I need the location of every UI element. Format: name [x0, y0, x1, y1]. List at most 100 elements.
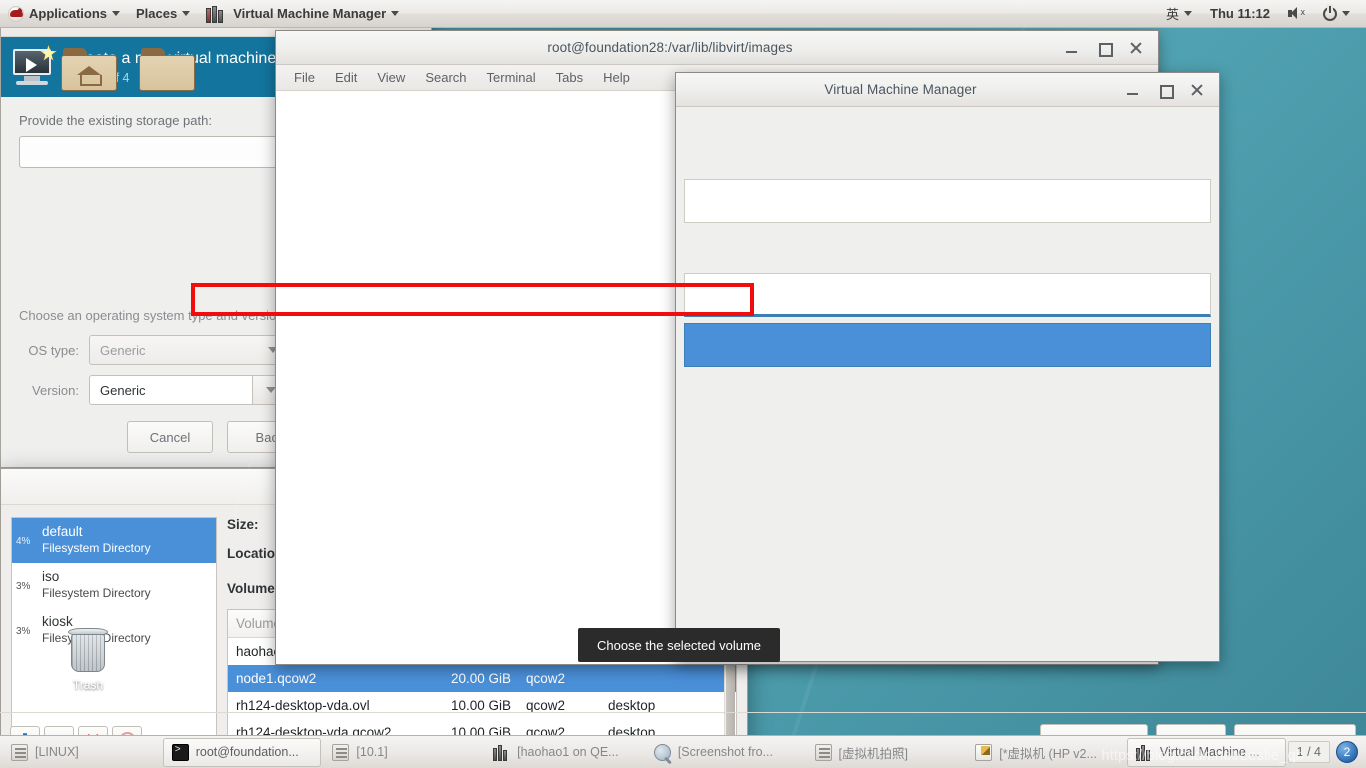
taskbar-item-label: [*虚拟机 (HP v2...: [999, 746, 1097, 761]
os-type-label: OS type:: [28, 342, 79, 358]
taskbar-item[interactable]: [虚拟机拍照]: [806, 738, 965, 767]
trash-icon: [67, 628, 109, 676]
desktop-icon-trash[interactable]: Trash: [49, 628, 127, 692]
os-version-select[interactable]: Generic: [89, 375, 289, 405]
clock[interactable]: Thu 11:12: [1202, 0, 1278, 27]
document-icon: [11, 743, 28, 761]
close-button[interactable]: [1189, 82, 1205, 98]
panel-status-area: 英 Thu 11:12 x: [1158, 0, 1366, 27]
pool-usage-percent: 3%: [16, 581, 31, 592]
storage-pool-item-iso[interactable]: 3% iso Filesystem Directory: [12, 563, 216, 608]
taskbar-item[interactable]: Virtual Machine ...: [1126, 737, 1286, 767]
folder-icon: [139, 48, 195, 92]
pool-type: Filesystem Directory: [42, 540, 151, 555]
chevron-down-icon: [391, 11, 400, 16]
active-window-menu[interactable]: Virtual Machine Manager: [198, 0, 407, 27]
volume-size: 20.00 GiB: [451, 671, 512, 686]
taskbar-item[interactable]: [Screenshot fro...: [645, 738, 804, 767]
taskbar-item[interactable]: [LINUX]: [2, 738, 161, 767]
input-method-indicator[interactable]: 英: [1158, 0, 1200, 27]
minimize-button[interactable]: [1125, 82, 1141, 98]
power-icon: [1323, 5, 1337, 21]
os-type-select[interactable]: Generic: [89, 335, 289, 365]
vmm-list-item[interactable]: [684, 179, 1211, 223]
applications-menu[interactable]: Applications: [0, 0, 128, 27]
taskbar: [LINUX] root@foundation... [10.1] [haohao1 …: [0, 735, 1366, 768]
terminal-titlebar[interactable]: root@foundation28:/var/lib/libvirt/image…: [276, 31, 1158, 65]
places-menu[interactable]: Places: [128, 0, 198, 27]
pool-usage-percent: 3%: [16, 626, 31, 637]
taskbar-item-label: root@foundation...: [195, 745, 299, 759]
menu-terminal[interactable]: Terminal: [477, 68, 546, 87]
chevron-down-icon: [112, 11, 121, 16]
menu-view[interactable]: View: [367, 68, 415, 87]
volume-indicator[interactable]: x: [1280, 0, 1313, 27]
document-icon: [814, 743, 832, 761]
volume-format: qcow2: [526, 671, 566, 686]
vmm-list-item[interactable]: [684, 323, 1211, 367]
volume-size: 10.00 GiB: [451, 698, 512, 713]
clock-label: Thu 11:12: [1210, 6, 1270, 21]
taskbar-item[interactable]: [haohao1 on QE...: [484, 738, 643, 767]
maximize-button[interactable]: [1157, 82, 1174, 99]
chevron-down-icon: [265, 387, 276, 393]
chevron-down-icon: [182, 11, 191, 16]
vmm-icon: [493, 744, 510, 761]
vmm-list-item[interactable]: [684, 273, 1211, 317]
workspace-count: 1 / 4: [1287, 741, 1330, 763]
wizard-cancel-button[interactable]: Cancel: [127, 421, 213, 453]
volume-name: node1.qcow2: [236, 671, 317, 686]
volumes-label: Volumes: [227, 580, 283, 596]
terminal-window-controls: [1064, 40, 1158, 57]
places-menu-label: Places: [136, 6, 178, 21]
speaker-muted-icon: x: [1288, 6, 1305, 21]
vmm-titlebar[interactable]: Virtual Machine Manager: [676, 73, 1219, 107]
taskbar-items: [LINUX] root@foundation... [10.1] [haohao1 …: [2, 737, 1286, 767]
storage-pool-item-default[interactable]: 4% default Filesystem Directory: [12, 518, 216, 563]
taskbar-item-label: [haohao1 on QE...: [517, 745, 619, 759]
menu-help[interactable]: Help: [593, 68, 640, 87]
taskbar-item[interactable]: [*虚拟机 (HP v2...: [966, 738, 1125, 767]
os-version-value: Generic: [100, 382, 146, 398]
menu-tabs[interactable]: Tabs: [546, 68, 593, 87]
terminal-title: root@foundation28:/var/lib/libvirt/image…: [547, 40, 793, 55]
desktop-icon-trash-label: Trash: [72, 678, 104, 692]
new-virtual-machine-icon: [11, 45, 57, 87]
taskbar-item-label: Virtual Machine ...: [1159, 745, 1260, 759]
menu-search[interactable]: Search: [415, 68, 476, 87]
os-type-value: Generic: [100, 342, 146, 358]
screenshot-icon: [653, 743, 671, 761]
taskbar-item[interactable]: [10.1]: [323, 738, 482, 767]
pool-name: default: [42, 524, 83, 539]
volume-row[interactable]: node1.qcow2 20.00 GiB qcow2: [228, 665, 736, 692]
desktop-icon-home[interactable]: [50, 48, 128, 92]
workspace-indicator[interactable]: 1 / 4 2: [1287, 741, 1364, 763]
pool-usage-percent: 4%: [16, 536, 31, 547]
os-version-label: Version:: [32, 382, 79, 398]
close-button[interactable]: [1128, 40, 1144, 56]
vmm-title: Virtual Machine Manager: [824, 82, 977, 97]
terminal-icon: [171, 743, 189, 761]
pool-name: iso: [42, 569, 60, 584]
tooltip-text: Choose the selected volume: [596, 637, 762, 653]
menu-edit[interactable]: Edit: [325, 68, 367, 87]
maximize-button[interactable]: [1096, 40, 1113, 57]
redhat-logo-icon: [8, 5, 24, 22]
taskbar-item-label: [10.1]: [356, 745, 388, 759]
vmm-main-window[interactable]: Virtual Machine Manager: [675, 72, 1220, 662]
taskbar-item[interactable]: root@foundation...: [162, 737, 322, 767]
minimize-button[interactable]: [1064, 40, 1080, 56]
workspace-badge[interactable]: 2: [1336, 741, 1358, 763]
pool-type: Filesystem Directory: [42, 585, 151, 600]
taskbar-item-label: [Screenshot fro...: [677, 745, 773, 759]
vmm-icon: [1135, 744, 1153, 761]
vmm-connection-list: [676, 107, 1219, 367]
taskbar-item-label: [虚拟机拍照]: [838, 746, 908, 761]
desktop-icon-folder[interactable]: [128, 48, 206, 92]
document-icon: [332, 743, 350, 761]
tooltip: Choose the selected volume: [578, 628, 780, 662]
vmm-logo-icon: [206, 5, 228, 23]
system-menu[interactable]: [1315, 0, 1358, 27]
chevron-down-icon: [1184, 11, 1193, 16]
menu-file[interactable]: File: [284, 68, 325, 87]
